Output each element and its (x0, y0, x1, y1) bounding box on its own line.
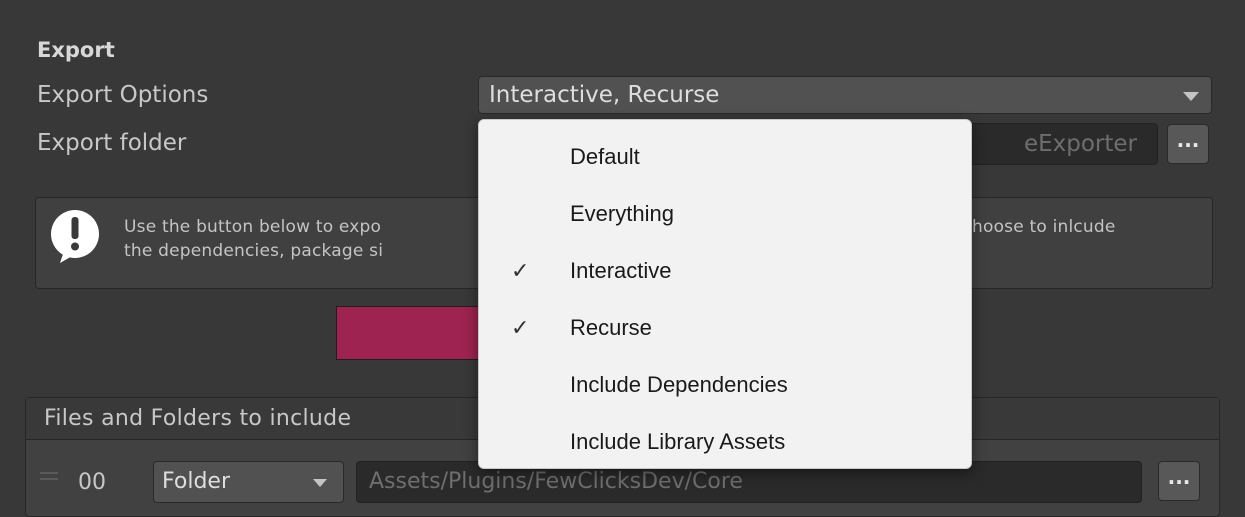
row-index: 00 (78, 470, 106, 495)
check-icon: ✓ (511, 315, 530, 340)
help-text-line1-end: hoose to inlcude (972, 217, 1116, 237)
check-icon: ✓ (511, 258, 530, 283)
menu-item-label: Everything (570, 201, 674, 226)
menu-item-recurse[interactable]: ✓ Recurse (479, 299, 971, 356)
export-options-dropdown[interactable]: Interactive, Recurse (478, 76, 1212, 114)
menu-item-label: Include Dependencies (570, 372, 788, 397)
row-type-value: Folder (162, 469, 230, 494)
drag-handle-icon[interactable] (40, 472, 58, 484)
chevron-down-icon (1183, 92, 1199, 101)
menu-item-include-library-assets[interactable]: Include Library Assets (479, 413, 971, 470)
menu-item-label: Interactive (570, 258, 672, 283)
export-folder-browse-button[interactable]: ... (1167, 124, 1209, 164)
info-icon (50, 209, 100, 263)
menu-item-default[interactable]: Default (479, 128, 971, 185)
export-options-menu: Default Everything ✓ Interactive ✓ Recur… (478, 119, 972, 469)
menu-item-label: Default (570, 144, 640, 169)
menu-item-include-dependencies[interactable]: Include Dependencies (479, 356, 971, 413)
help-text-line1: Use the button below to expo (124, 217, 382, 237)
menu-item-label: Include Library Assets (570, 429, 786, 454)
menu-item-everything[interactable]: Everything (479, 185, 971, 242)
menu-item-interactive[interactable]: ✓ Interactive (479, 242, 971, 299)
row-type-select[interactable]: Folder (153, 461, 344, 503)
export-options-value: Interactive, Recurse (489, 82, 720, 108)
row-browse-button[interactable]: ... (1158, 461, 1200, 501)
chevron-down-icon (313, 479, 327, 487)
export-options-label: Export Options (37, 82, 209, 108)
menu-item-label: Recurse (570, 315, 652, 340)
export-section-title: Export (37, 38, 115, 62)
export-folder-label: Export folder (37, 130, 187, 156)
